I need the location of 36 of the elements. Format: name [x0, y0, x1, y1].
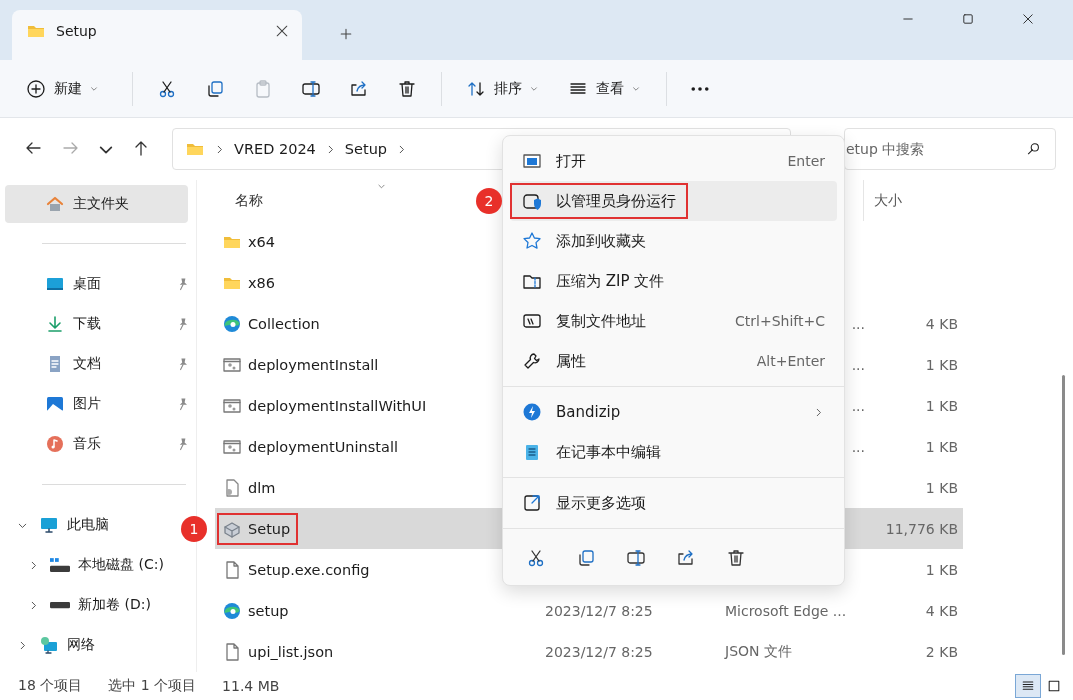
step-badge: 2 — [476, 188, 502, 214]
selection-size: 11.4 MB — [222, 678, 280, 694]
size-cell: 1 KB — [925, 438, 958, 455]
file-name: upi_list.json — [248, 643, 334, 660]
tab-title: Setup — [56, 23, 98, 39]
type-cell: ... — [851, 315, 865, 332]
size-cell: 1 KB — [925, 479, 958, 496]
file-name: Collection — [248, 315, 320, 332]
file-name: dlm — [248, 479, 276, 496]
type-cell: ... — [851, 356, 865, 373]
size-cell: 4 KB — [925, 602, 958, 619]
selection-count: 选中 1 个项目 — [108, 677, 197, 695]
size-cell: 1 KB — [925, 397, 958, 414]
size-cell: 4 KB — [925, 315, 958, 332]
file-name: deploymentInstallWithUI — [248, 397, 427, 414]
file-name: deploymentUninstall — [248, 438, 398, 455]
shortcut-text: Alt+Enter — [756, 353, 825, 369]
step-badge: 1 — [181, 515, 207, 542]
file-name: Setup — [248, 520, 291, 537]
file-name: Setup.exe.config — [248, 561, 370, 578]
date-cell: 2023/12/7 8:25 — [545, 643, 653, 660]
size-cell: 2 KB — [925, 643, 958, 660]
size-cell: 11,776 KB — [885, 520, 958, 537]
file-name: deploymentInstall — [248, 356, 379, 373]
type-cell: ... — [851, 438, 865, 455]
size-cell: 1 KB — [925, 356, 958, 373]
size-cell: 1 KB — [925, 561, 958, 578]
shortcut-text: Ctrl+Shift+C — [735, 313, 825, 329]
file-name: setup — [248, 602, 289, 619]
type-cell: JSON 文件 — [725, 642, 792, 659]
date-cell: 2023/12/7 8:25 — [545, 602, 653, 619]
type-cell: Microsoft Edge ... — [725, 602, 847, 619]
file-name: x86 — [248, 274, 276, 291]
item-count: 18 个项目 — [18, 677, 83, 695]
file-name: x64 — [248, 233, 276, 250]
type-cell: ... — [851, 397, 865, 414]
